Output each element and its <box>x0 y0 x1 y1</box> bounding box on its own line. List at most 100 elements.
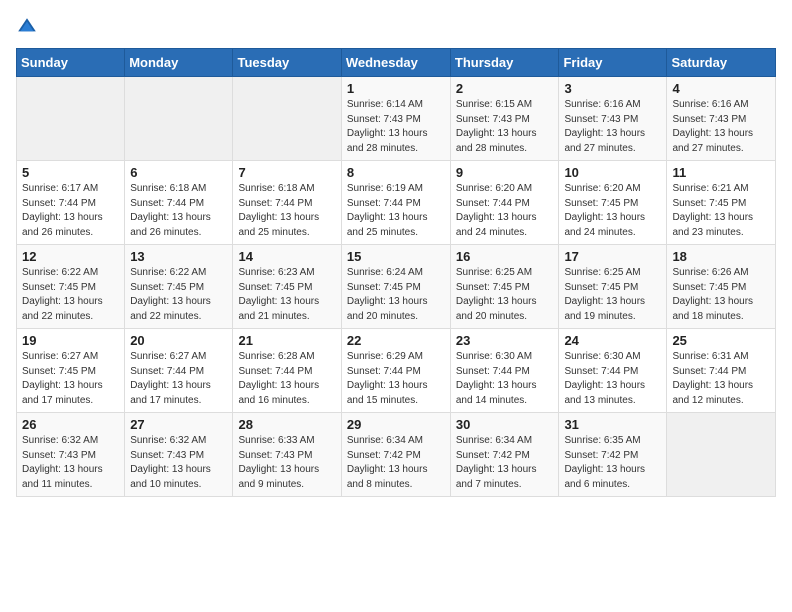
day-number: 11 <box>672 165 770 180</box>
day-number: 14 <box>238 249 335 264</box>
weekday-header: Monday <box>125 49 233 77</box>
day-info: Sunrise: 6:15 AMSunset: 7:43 PMDaylight:… <box>456 99 537 154</box>
calendar-cell: 28 Sunrise: 6:33 AMSunset: 7:43 PMDaylig… <box>233 413 341 497</box>
weekday-header: Saturday <box>667 49 776 77</box>
day-number: 10 <box>564 165 661 180</box>
day-info: Sunrise: 6:33 AMSunset: 7:43 PMDaylight:… <box>238 435 319 490</box>
day-number: 31 <box>564 417 661 432</box>
calendar-cell: 12 Sunrise: 6:22 AMSunset: 7:45 PMDaylig… <box>17 245 125 329</box>
calendar-cell: 15 Sunrise: 6:24 AMSunset: 7:45 PMDaylig… <box>341 245 450 329</box>
calendar-cell: 10 Sunrise: 6:20 AMSunset: 7:45 PMDaylig… <box>559 161 667 245</box>
page-header <box>16 16 776 38</box>
day-info: Sunrise: 6:23 AMSunset: 7:45 PMDaylight:… <box>238 267 319 322</box>
day-number: 24 <box>564 333 661 348</box>
day-info: Sunrise: 6:28 AMSunset: 7:44 PMDaylight:… <box>238 351 319 406</box>
day-number: 3 <box>564 81 661 96</box>
calendar-cell: 3 Sunrise: 6:16 AMSunset: 7:43 PMDayligh… <box>559 77 667 161</box>
calendar-cell: 9 Sunrise: 6:20 AMSunset: 7:44 PMDayligh… <box>450 161 559 245</box>
calendar-cell: 21 Sunrise: 6:28 AMSunset: 7:44 PMDaylig… <box>233 329 341 413</box>
day-info: Sunrise: 6:30 AMSunset: 7:44 PMDaylight:… <box>564 351 645 406</box>
calendar-cell: 1 Sunrise: 6:14 AMSunset: 7:43 PMDayligh… <box>341 77 450 161</box>
day-number: 26 <box>22 417 119 432</box>
day-number: 30 <box>456 417 554 432</box>
calendar-cell: 30 Sunrise: 6:34 AMSunset: 7:42 PMDaylig… <box>450 413 559 497</box>
calendar-cell: 25 Sunrise: 6:31 AMSunset: 7:44 PMDaylig… <box>667 329 776 413</box>
calendar-cell: 27 Sunrise: 6:32 AMSunset: 7:43 PMDaylig… <box>125 413 233 497</box>
day-number: 9 <box>456 165 554 180</box>
calendar-cell: 5 Sunrise: 6:17 AMSunset: 7:44 PMDayligh… <box>17 161 125 245</box>
day-info: Sunrise: 6:26 AMSunset: 7:45 PMDaylight:… <box>672 267 753 322</box>
day-number: 23 <box>456 333 554 348</box>
calendar-cell: 6 Sunrise: 6:18 AMSunset: 7:44 PMDayligh… <box>125 161 233 245</box>
calendar-cell: 19 Sunrise: 6:27 AMSunset: 7:45 PMDaylig… <box>17 329 125 413</box>
day-number: 29 <box>347 417 445 432</box>
day-info: Sunrise: 6:34 AMSunset: 7:42 PMDaylight:… <box>456 435 537 490</box>
day-number: 22 <box>347 333 445 348</box>
calendar-cell: 11 Sunrise: 6:21 AMSunset: 7:45 PMDaylig… <box>667 161 776 245</box>
day-number: 21 <box>238 333 335 348</box>
day-info: Sunrise: 6:22 AMSunset: 7:45 PMDaylight:… <box>22 267 103 322</box>
day-number: 28 <box>238 417 335 432</box>
day-info: Sunrise: 6:25 AMSunset: 7:45 PMDaylight:… <box>564 267 645 322</box>
weekday-header: Friday <box>559 49 667 77</box>
day-number: 1 <box>347 81 445 96</box>
day-info: Sunrise: 6:17 AMSunset: 7:44 PMDaylight:… <box>22 183 103 238</box>
day-number: 15 <box>347 249 445 264</box>
day-number: 7 <box>238 165 335 180</box>
day-info: Sunrise: 6:32 AMSunset: 7:43 PMDaylight:… <box>22 435 103 490</box>
day-number: 27 <box>130 417 227 432</box>
calendar-cell: 26 Sunrise: 6:32 AMSunset: 7:43 PMDaylig… <box>17 413 125 497</box>
day-number: 18 <box>672 249 770 264</box>
day-info: Sunrise: 6:16 AMSunset: 7:43 PMDaylight:… <box>672 99 753 154</box>
day-number: 4 <box>672 81 770 96</box>
weekday-header: Wednesday <box>341 49 450 77</box>
day-info: Sunrise: 6:18 AMSunset: 7:44 PMDaylight:… <box>238 183 319 238</box>
calendar-cell: 20 Sunrise: 6:27 AMSunset: 7:44 PMDaylig… <box>125 329 233 413</box>
day-number: 6 <box>130 165 227 180</box>
day-info: Sunrise: 6:27 AMSunset: 7:45 PMDaylight:… <box>22 351 103 406</box>
day-number: 13 <box>130 249 227 264</box>
day-info: Sunrise: 6:31 AMSunset: 7:44 PMDaylight:… <box>672 351 753 406</box>
calendar-cell: 31 Sunrise: 6:35 AMSunset: 7:42 PMDaylig… <box>559 413 667 497</box>
day-info: Sunrise: 6:16 AMSunset: 7:43 PMDaylight:… <box>564 99 645 154</box>
day-number: 19 <box>22 333 119 348</box>
calendar-cell: 17 Sunrise: 6:25 AMSunset: 7:45 PMDaylig… <box>559 245 667 329</box>
weekday-header: Tuesday <box>233 49 341 77</box>
day-number: 17 <box>564 249 661 264</box>
day-info: Sunrise: 6:20 AMSunset: 7:45 PMDaylight:… <box>564 183 645 238</box>
day-info: Sunrise: 6:21 AMSunset: 7:45 PMDaylight:… <box>672 183 753 238</box>
logo <box>16 16 42 38</box>
day-number: 8 <box>347 165 445 180</box>
calendar-cell: 24 Sunrise: 6:30 AMSunset: 7:44 PMDaylig… <box>559 329 667 413</box>
day-info: Sunrise: 6:29 AMSunset: 7:44 PMDaylight:… <box>347 351 428 406</box>
day-info: Sunrise: 6:30 AMSunset: 7:44 PMDaylight:… <box>456 351 537 406</box>
calendar-cell: 16 Sunrise: 6:25 AMSunset: 7:45 PMDaylig… <box>450 245 559 329</box>
day-number: 2 <box>456 81 554 96</box>
calendar-cell: 29 Sunrise: 6:34 AMSunset: 7:42 PMDaylig… <box>341 413 450 497</box>
day-number: 12 <box>22 249 119 264</box>
calendar-cell: 4 Sunrise: 6:16 AMSunset: 7:43 PMDayligh… <box>667 77 776 161</box>
day-number: 25 <box>672 333 770 348</box>
day-info: Sunrise: 6:20 AMSunset: 7:44 PMDaylight:… <box>456 183 537 238</box>
day-info: Sunrise: 6:35 AMSunset: 7:42 PMDaylight:… <box>564 435 645 490</box>
calendar-cell <box>667 413 776 497</box>
day-info: Sunrise: 6:32 AMSunset: 7:43 PMDaylight:… <box>130 435 211 490</box>
day-info: Sunrise: 6:34 AMSunset: 7:42 PMDaylight:… <box>347 435 428 490</box>
day-info: Sunrise: 6:27 AMSunset: 7:44 PMDaylight:… <box>130 351 211 406</box>
calendar-cell <box>125 77 233 161</box>
calendar-table: SundayMondayTuesdayWednesdayThursdayFrid… <box>16 48 776 497</box>
day-info: Sunrise: 6:22 AMSunset: 7:45 PMDaylight:… <box>130 267 211 322</box>
calendar-cell: 7 Sunrise: 6:18 AMSunset: 7:44 PMDayligh… <box>233 161 341 245</box>
calendar-cell: 2 Sunrise: 6:15 AMSunset: 7:43 PMDayligh… <box>450 77 559 161</box>
day-info: Sunrise: 6:18 AMSunset: 7:44 PMDaylight:… <box>130 183 211 238</box>
calendar-cell <box>233 77 341 161</box>
calendar-cell: 13 Sunrise: 6:22 AMSunset: 7:45 PMDaylig… <box>125 245 233 329</box>
day-number: 5 <box>22 165 119 180</box>
calendar-cell: 18 Sunrise: 6:26 AMSunset: 7:45 PMDaylig… <box>667 245 776 329</box>
calendar-cell: 8 Sunrise: 6:19 AMSunset: 7:44 PMDayligh… <box>341 161 450 245</box>
day-number: 16 <box>456 249 554 264</box>
calendar-cell: 14 Sunrise: 6:23 AMSunset: 7:45 PMDaylig… <box>233 245 341 329</box>
weekday-header: Sunday <box>17 49 125 77</box>
calendar-cell: 22 Sunrise: 6:29 AMSunset: 7:44 PMDaylig… <box>341 329 450 413</box>
weekday-header: Thursday <box>450 49 559 77</box>
